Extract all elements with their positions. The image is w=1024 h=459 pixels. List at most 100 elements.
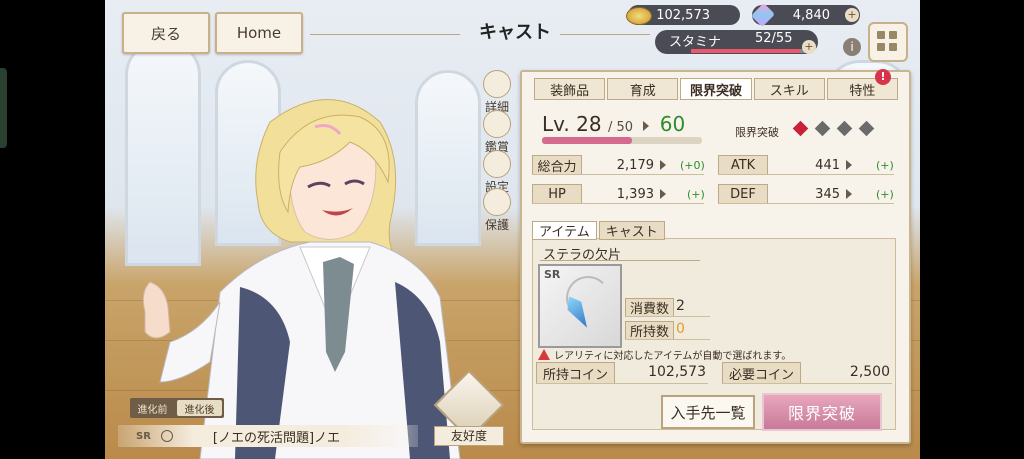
evo-before-option[interactable]: 進化前 — [130, 398, 175, 418]
owned-label: 所持数 — [625, 321, 675, 340]
owned-coins-value: 102,573 — [648, 364, 706, 380]
level-bar-fill — [542, 137, 632, 144]
required-coins-underline — [722, 383, 892, 384]
warning-icon — [538, 349, 550, 360]
character-name-bar: SR [ノエの死活問題]ノエ — [118, 425, 418, 447]
consume-value: 2 — [676, 298, 685, 314]
arrow-right-icon — [846, 189, 852, 199]
stat-value: 1,393 — [616, 186, 654, 202]
arrow-right-icon — [846, 160, 852, 170]
title-divider — [310, 34, 460, 35]
stat-label: DEF — [718, 184, 768, 204]
protect-label: 保護 — [484, 218, 509, 232]
stamina-panel: スタミナ 52/55 — [655, 30, 818, 54]
magnifier-icon — [483, 110, 511, 138]
stat-atk: ATK 441 (+) — [718, 155, 894, 175]
warning-text: レアリティに対応したアイテムが自動で選ばれます。 — [554, 351, 792, 362]
title-divider — [560, 34, 650, 35]
stat-label: ATK — [718, 155, 768, 175]
consume-underline — [625, 316, 710, 317]
affinity-label: 友好度 — [434, 426, 504, 446]
lock-icon — [483, 188, 511, 216]
stamina-bar-fill — [691, 49, 800, 53]
stamina-plus-button[interactable]: + — [802, 40, 816, 54]
stat-value: 441 — [815, 157, 840, 173]
stat-value: 2,179 — [616, 157, 654, 173]
alert-badge: ! — [875, 69, 891, 85]
limit-break-label: 限界突破 — [735, 126, 779, 139]
back-label: 戻る — [150, 24, 181, 43]
owned-value: 0 — [676, 321, 685, 337]
home-button[interactable]: Home — [215, 12, 303, 54]
level-bar — [542, 137, 702, 144]
grid-menu-button[interactable] — [868, 22, 908, 62]
grid-cell — [877, 43, 885, 51]
stat-delta: (+0) — [680, 158, 705, 172]
gem-plus-button[interactable]: + — [845, 8, 859, 22]
level-display: Lv. 28 / 50 60 — [542, 112, 685, 136]
stat-underline — [532, 203, 704, 204]
home-label: Home — [236, 24, 282, 42]
stamina-bar — [691, 49, 806, 53]
item-name-underline — [540, 260, 700, 261]
gear-icon — [483, 70, 511, 98]
arrow-right-icon — [660, 160, 666, 170]
stat-total: 総合力 2,179 (+0) — [532, 155, 705, 175]
acquisition-list-button[interactable]: 入手先一覧 — [661, 395, 755, 429]
stat-hp: HP 1,393 (+) — [532, 184, 705, 204]
limit-break-button[interactable]: 限界突破 — [762, 393, 882, 431]
item-thumbnail[interactable]: SR — [538, 264, 622, 348]
tab-skill[interactable]: スキル — [753, 78, 825, 100]
tab-training[interactable]: 育成 — [607, 78, 679, 100]
attribute-icon — [160, 430, 173, 442]
view-button[interactable]: 鑑賞 — [479, 110, 515, 155]
level-next: 60 — [659, 112, 686, 136]
required-coins-value: 2,500 — [849, 364, 890, 380]
required-coins-label: 必要コイン — [722, 362, 802, 384]
evolution-toggle[interactable]: 進化前 進化後 — [130, 398, 224, 418]
arrow-right-icon — [660, 189, 666, 199]
tab-cast[interactable]: キャスト — [598, 221, 665, 240]
owned-underline — [625, 339, 710, 340]
stat-label: 総合力 — [532, 155, 582, 175]
level-max: / 50 — [607, 120, 634, 135]
gem-value: 4,840 — [792, 7, 830, 23]
coin-value: 102,573 — [656, 7, 710, 23]
owned-coins-underline — [536, 383, 708, 384]
info-icon[interactable]: i — [843, 38, 861, 56]
stat-delta: (+) — [687, 187, 705, 201]
auto-select-warning: レアリティに対応したアイテムが自動で選ばれます。 — [538, 347, 791, 362]
stat-value: 345 — [815, 186, 840, 202]
protect-button[interactable]: 保護 — [479, 188, 515, 233]
tab-accessory[interactable]: 装飾品 — [534, 78, 606, 100]
stamina-label: スタミナ — [669, 35, 722, 50]
level-prefix: Lv. — [542, 112, 570, 136]
stat-def: DEF 345 (+) — [718, 184, 894, 204]
character-name: [ノエの死活問題]ノエ — [212, 430, 341, 446]
coin-icon — [626, 7, 652, 25]
evo-after-option[interactable]: 進化後 — [177, 400, 222, 416]
arrow-right-icon — [643, 121, 650, 131]
stat-underline — [718, 203, 894, 204]
back-button[interactable]: 戻る — [122, 12, 210, 54]
grid-cell — [889, 31, 897, 39]
stat-label: HP — [532, 184, 582, 204]
material-tabs: アイテム キャスト — [532, 221, 665, 240]
owned-coins-label: 所持コイン — [536, 362, 616, 384]
stat-underline — [718, 174, 894, 175]
consume-label: 消費数 — [625, 298, 675, 317]
tab-limit-break[interactable]: 限界突破 — [680, 78, 752, 100]
stat-delta: (+) — [876, 158, 894, 172]
page-title: キャスト — [479, 22, 551, 43]
panel-tabs: 装飾品 育成 限界突破 スキル 特性 — [534, 78, 899, 100]
detail-button[interactable]: 詳細 — [479, 70, 515, 115]
tab-item[interactable]: アイテム — [532, 221, 597, 240]
stamina-value: 52/55 — [755, 31, 793, 46]
grid-cell — [889, 43, 897, 51]
house-icon — [483, 150, 511, 178]
level-current: 28 — [576, 112, 602, 136]
grid-cell — [877, 31, 885, 39]
item-rarity-badge: SR — [544, 268, 561, 281]
stat-delta: (+) — [876, 187, 894, 201]
affinity-button[interactable]: 友好度 — [433, 369, 505, 446]
